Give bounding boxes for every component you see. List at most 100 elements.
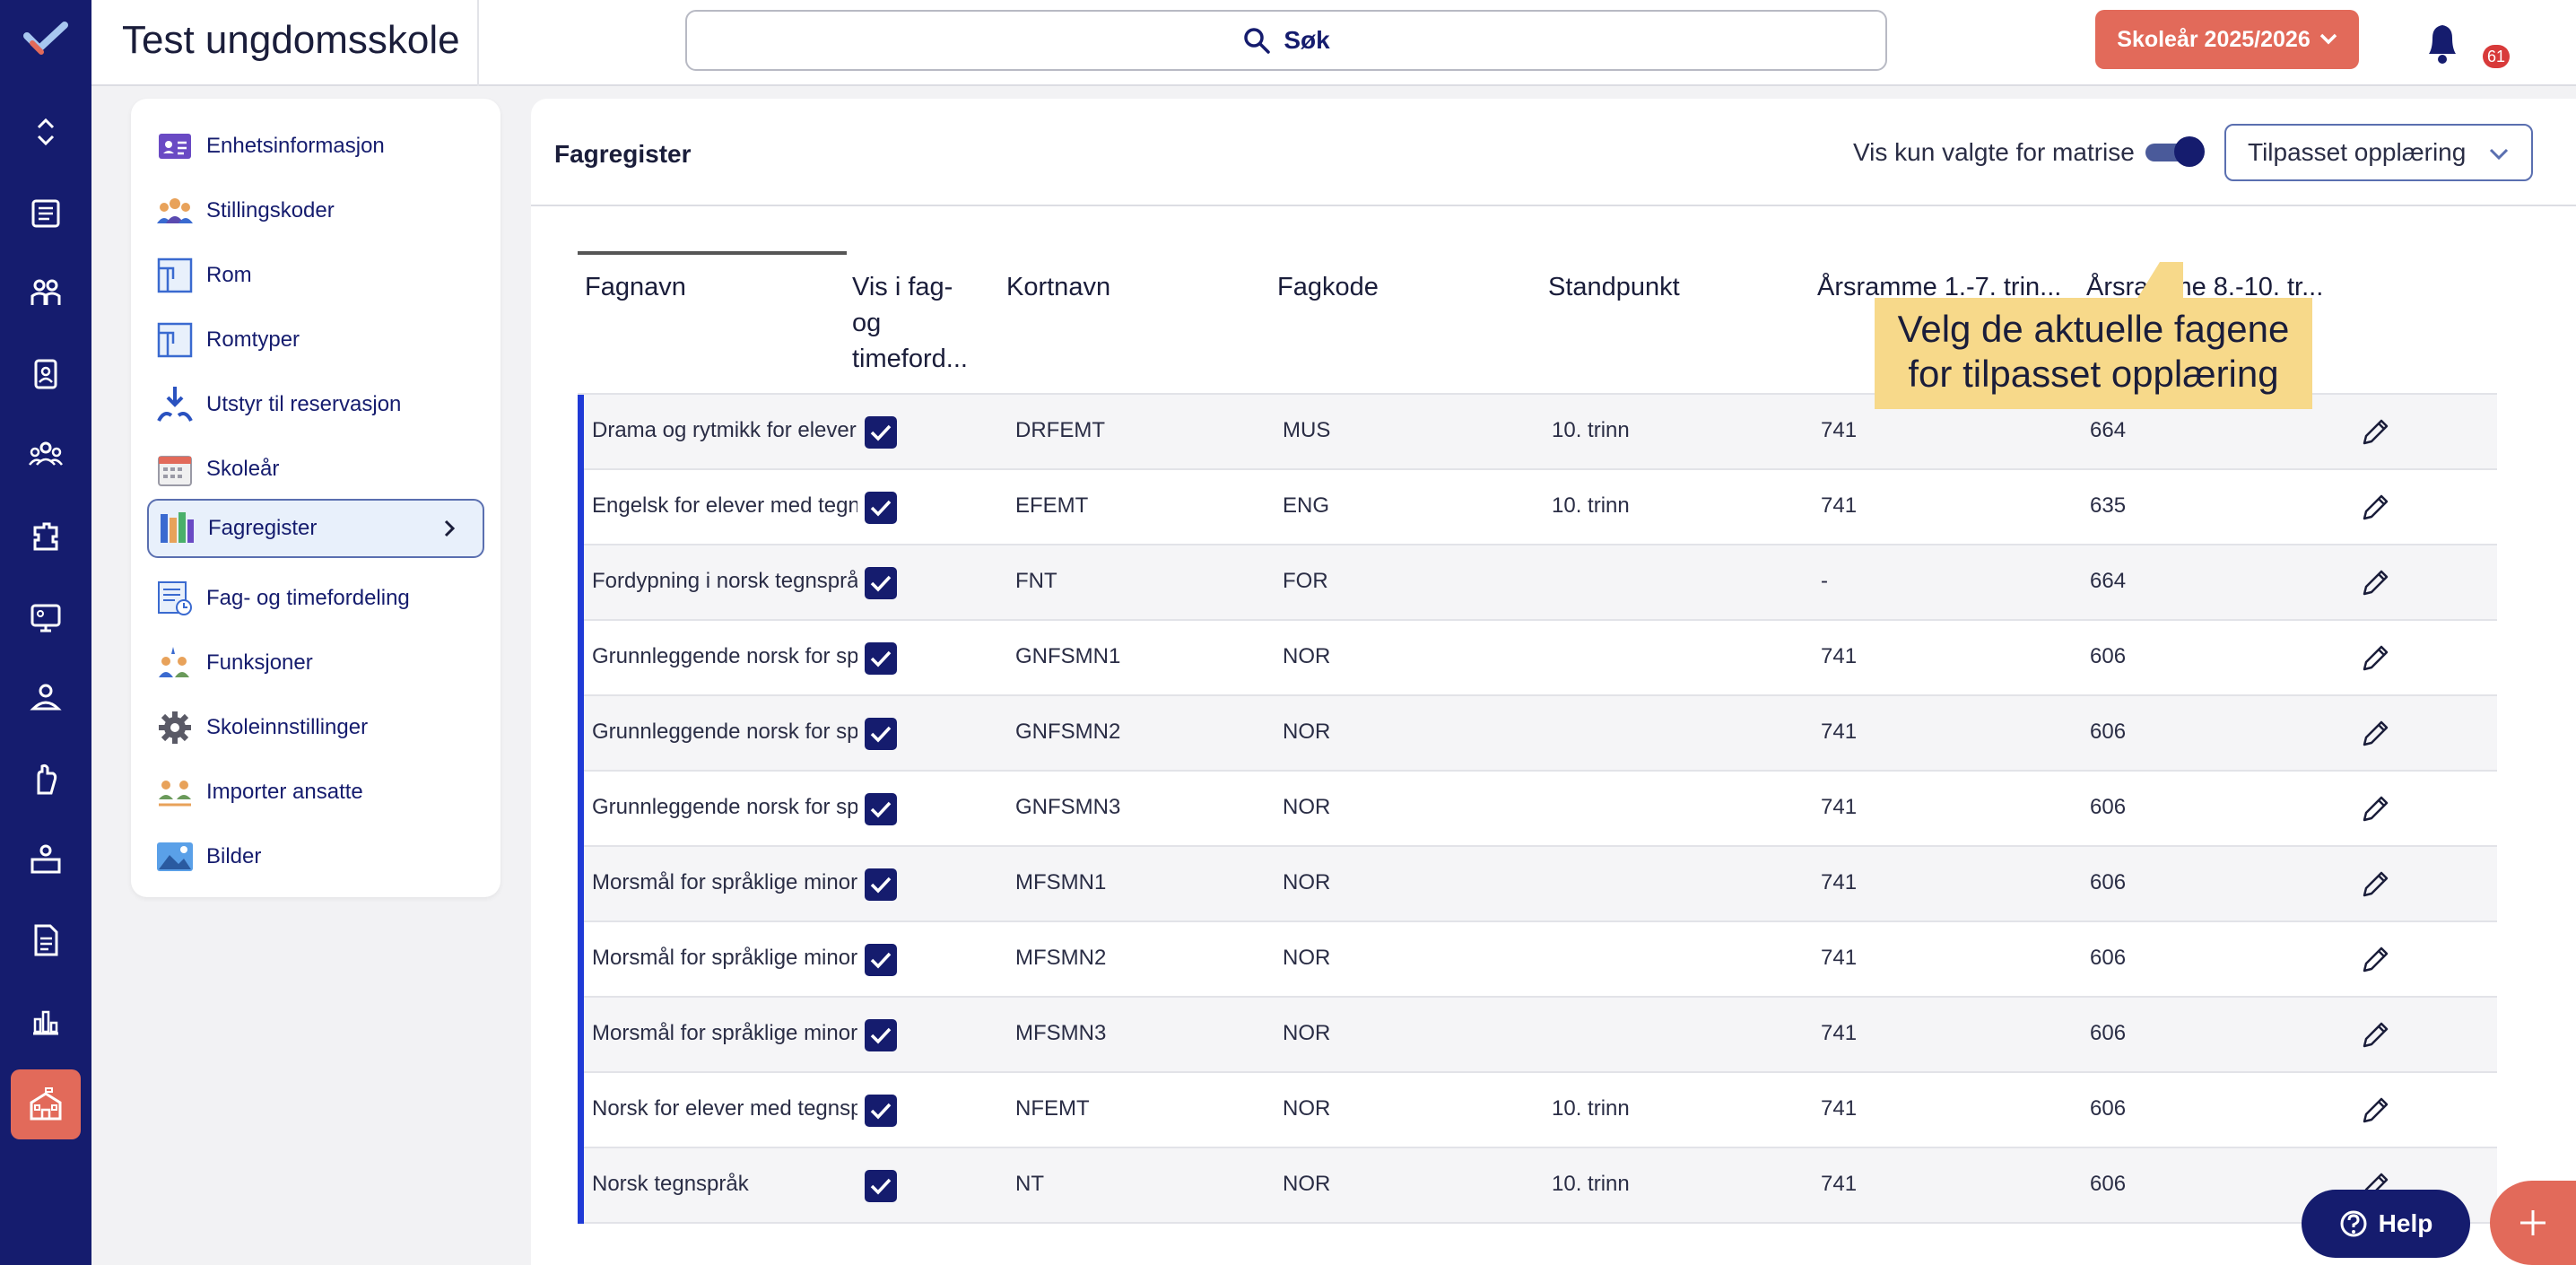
show-checkbox[interactable] [865, 793, 897, 825]
col-standpunkt[interactable]: Standpunkt [1548, 269, 1680, 305]
table-row[interactable]: Engelsk for elever med tegn EFEMT ENG 10. t… [578, 470, 2497, 545]
schedule-icon [154, 578, 196, 619]
menu-item-skoleinnstillinger[interactable]: Skoleinnstillinger [147, 698, 484, 757]
table-row[interactable]: Grunnleggende norsk for språklige minori… [578, 621, 2497, 696]
show-checkbox[interactable] [865, 868, 897, 901]
panel-divider [531, 205, 2576, 206]
search-icon [1244, 28, 1271, 54]
panel-title: Fagregister [554, 140, 692, 168]
menu-item-label: Enhetsinformasjon [206, 134, 385, 158]
menu-item-label: Fag- og timefordeling [206, 586, 410, 610]
menu-item-utstyr[interactable]: Utstyr til reservasjon [147, 375, 484, 434]
cell-fagkode: NOR [1283, 870, 1331, 894]
cell-standpunkt: 10. trinn [1552, 493, 1630, 518]
news-icon[interactable] [28, 196, 64, 231]
show-checkbox[interactable] [865, 1095, 897, 1127]
filter-select[interactable]: Tilpasset opplæring [2224, 124, 2533, 181]
cell-fagkode: NOR [1283, 1021, 1331, 1045]
menu-item-funksjoner[interactable]: Funksjoner [147, 633, 484, 693]
cell-fagnavn: Drama og rytmikk for elever [592, 418, 857, 442]
menu-item-importer-ansatte[interactable]: Importer ansatte [147, 763, 484, 822]
edit-icon[interactable] [2357, 791, 2393, 827]
edit-icon[interactable] [2357, 867, 2393, 903]
cell-fagkode: NOR [1283, 1172, 1331, 1196]
collapse-icon[interactable] [28, 113, 64, 149]
edit-icon[interactable] [2357, 490, 2393, 526]
desk-icon[interactable] [28, 842, 64, 877]
table-row[interactable]: Fordypning i norsk tegnspråk FNT FOR - 664 [578, 545, 2497, 621]
row-marker [578, 1073, 584, 1148]
show-checkbox[interactable] [865, 416, 897, 449]
edit-icon[interactable] [2357, 942, 2393, 978]
tooltip-line-1: Velg de aktuelle fagene [1897, 308, 2290, 350]
school-year-button[interactable]: Skoleår 2025/2026 [2095, 10, 2359, 69]
table-row[interactable]: Norsk tegnspråk NT NOR 10. trinn 741 606 [578, 1148, 2497, 1224]
show-checkbox[interactable] [865, 642, 897, 675]
show-checkbox[interactable] [865, 718, 897, 750]
row-marker [578, 545, 584, 621]
settings-menu: Enhetsinformasjon Stillingskoder Rom Rom… [131, 99, 500, 897]
show-checkbox[interactable] [865, 1170, 897, 1202]
menu-item-stillingskoder[interactable]: Stillingskoder [147, 181, 484, 240]
menu-item-bilder[interactable]: Bilder [147, 827, 484, 886]
table-row[interactable]: Morsmål for språklige minoriteter MFSMN1 N… [578, 847, 2497, 922]
show-checkbox[interactable] [865, 567, 897, 599]
table-row[interactable]: Morsmål for språklige minoriteter MFSMN3 N… [578, 998, 2497, 1073]
document-icon[interactable] [28, 922, 64, 958]
show-checkbox[interactable] [865, 492, 897, 524]
col-vis-i-fag[interactable]: Vis i fag- og timeford... [852, 269, 987, 377]
menu-item-fag-og-timefordeling[interactable]: Fag- og timefordeling [147, 569, 484, 628]
table-row[interactable]: Grunnleggende norsk for språklige minori… [578, 696, 2497, 772]
edit-icon[interactable] [2357, 565, 2393, 601]
person-icon[interactable] [28, 680, 64, 716]
menu-item-skolear[interactable]: Skoleår [147, 440, 484, 499]
cell-arsramme-1-7: 741 [1821, 1021, 1858, 1045]
show-checkbox[interactable] [865, 944, 897, 976]
edit-icon[interactable] [2357, 1093, 2393, 1129]
edit-icon[interactable] [2357, 1017, 2393, 1053]
table-row[interactable]: Morsmål for språklige minoriteter MFSMN2 N… [578, 922, 2497, 998]
table-row[interactable]: Norsk for elever med tegnspråk NFEMT NOR 10… [578, 1073, 2497, 1148]
edit-icon[interactable] [2357, 414, 2393, 450]
help-button[interactable]: Help [2302, 1190, 2470, 1258]
col-kortnavn[interactable]: Kortnavn [1006, 269, 1110, 305]
toggle-knob [2174, 136, 2205, 167]
school-icon[interactable] [11, 1069, 81, 1139]
checkmark-icon [870, 1103, 892, 1120]
cell-arsramme-1-7: 741 [1821, 870, 1858, 894]
checkmark-icon [870, 801, 892, 818]
cell-arsramme-8-10: 606 [2090, 644, 2127, 668]
chart-icon[interactable] [28, 1003, 64, 1039]
edit-icon[interactable] [2357, 716, 2393, 752]
col-fagnavn[interactable]: Fagnavn [585, 269, 686, 305]
search-input[interactable]: Søk [685, 10, 1887, 71]
cell-standpunkt: 10. trinn [1552, 1172, 1630, 1196]
show-checkbox[interactable] [865, 1019, 897, 1051]
hand-icon[interactable] [28, 761, 64, 797]
groups-icon[interactable] [28, 436, 64, 472]
badge-icon[interactable] [28, 355, 64, 391]
table-row[interactable]: Grunnleggende norsk for språklige minori… [578, 772, 2497, 847]
cell-fagnavn: Fordypning i norsk tegnspråk [592, 569, 857, 593]
room-type-icon [154, 319, 196, 361]
matrix-toggle[interactable] [2145, 135, 2205, 169]
monitor-icon[interactable] [28, 599, 64, 635]
edit-icon[interactable] [2357, 641, 2393, 676]
image-icon [154, 836, 196, 877]
menu-item-romtyper[interactable]: Romtyper [147, 310, 484, 370]
people-icon[interactable] [28, 275, 64, 310]
cell-kortnavn: MFSMN3 [1015, 1021, 1107, 1045]
app-logo-icon[interactable] [23, 20, 68, 59]
col-fagkode[interactable]: Fagkode [1277, 269, 1379, 305]
add-button[interactable] [2490, 1181, 2576, 1265]
cell-fagnavn: Morsmål for språklige minoriteter [592, 1021, 857, 1045]
puzzle-icon[interactable] [28, 519, 64, 554]
menu-item-rom[interactable]: Rom [147, 246, 484, 305]
bell-icon[interactable] [2420, 18, 2465, 68]
menu-item-enhetsinformasjon[interactable]: Enhetsinformasjon [147, 117, 484, 176]
chevron-right-icon [444, 519, 456, 537]
cell-standpunkt: 10. trinn [1552, 1096, 1630, 1121]
menu-item-fagregister[interactable]: Fagregister [147, 499, 484, 558]
search-label: Søk [1284, 26, 1330, 54]
cell-fagkode: NOR [1283, 644, 1331, 668]
